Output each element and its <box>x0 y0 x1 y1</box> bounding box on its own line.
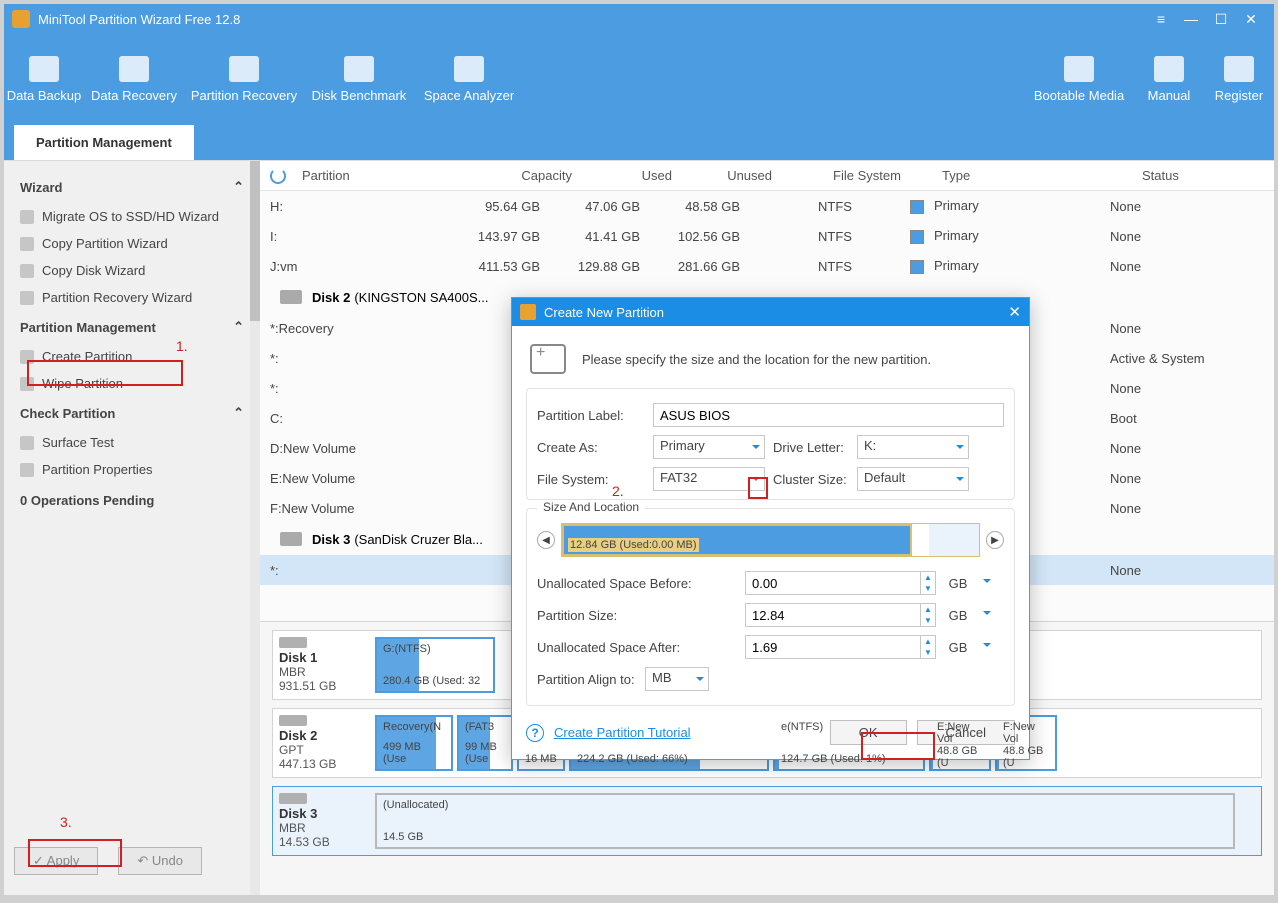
label-space-after: Unallocated Space After: <box>537 640 737 655</box>
annotation-3: 3. <box>60 814 72 830</box>
minimize-button[interactable]: — <box>1176 9 1206 29</box>
benchmark-icon <box>344 56 374 82</box>
sidebar-item-copy-partition[interactable]: Copy Partition Wizard <box>14 230 250 257</box>
unit-select[interactable] <box>980 608 994 622</box>
spin-up[interactable]: ▲ <box>921 604 935 615</box>
toolbar-data-recovery[interactable]: Data Recovery <box>84 40 184 118</box>
table-row[interactable]: I:143.97 GB41.41 GB102.56 GBNTFSPrimaryN… <box>260 221 1274 251</box>
create-as-select[interactable]: Primary <box>653 435 765 459</box>
label-align-to: Partition Align to: <box>537 672 637 687</box>
dialog-titlebar[interactable]: Create New Partition ✕ <box>512 298 1029 326</box>
sidebar-item-migrate-os[interactable]: Migrate OS to SSD/HD Wizard <box>14 203 250 230</box>
unit-select[interactable] <box>980 576 994 590</box>
toolbar-disk-benchmark[interactable]: Disk Benchmark <box>304 40 414 118</box>
maximize-button[interactable]: ☐ <box>1206 9 1236 29</box>
sidebar-item-partition-recovery[interactable]: Partition Recovery Wizard <box>14 284 250 311</box>
cluster-size-select[interactable]: Default <box>857 467 969 491</box>
main-toolbar: Data Backup Data Recovery Partition Reco… <box>4 34 1274 124</box>
sidebar-head-check-partition[interactable]: Check Partition⌃ <box>14 397 250 429</box>
partition-grid-header: Partition Capacity Used Unused File Syst… <box>260 161 1274 191</box>
new-partition-icon <box>530 344 566 374</box>
create-partition-dialog: Create New Partition ✕ Please specify th… <box>511 297 1030 760</box>
recovery-icon <box>119 56 149 82</box>
slider-right-button[interactable]: ▶ <box>986 531 1004 549</box>
dialog-close-button[interactable]: ✕ <box>1008 303 1021 321</box>
sidebar-item-surface-test[interactable]: Surface Test <box>14 429 250 456</box>
partition-label-input[interactable] <box>653 403 1004 427</box>
backup-icon <box>29 56 59 82</box>
label-partition-label: Partition Label: <box>537 408 645 423</box>
sidebar-head-partition-mgmt[interactable]: Partition Management⌃ <box>14 311 250 343</box>
app-logo-icon <box>12 10 30 28</box>
label-create-as: Create As: <box>537 440 645 455</box>
partition-recovery-icon <box>229 56 259 82</box>
operations-pending: 0 Operations Pending <box>14 483 250 518</box>
close-button[interactable]: ✕ <box>1236 9 1266 29</box>
partition-size-input[interactable] <box>745 603 921 627</box>
dialog-logo-icon <box>520 304 536 320</box>
sidebar-item-partition-properties[interactable]: Partition Properties <box>14 456 250 483</box>
toolbar-register[interactable]: Register <box>1204 40 1274 118</box>
size-slider[interactable]: 12.84 GB (Used:0.00 MB) <box>561 523 980 557</box>
help-icon[interactable]: ? <box>526 724 544 742</box>
annotation-2: 2. <box>612 483 624 499</box>
label-partition-size: Partition Size: <box>537 608 737 623</box>
apply-button[interactable]: ✓ Apply <box>14 847 98 875</box>
toolbar-space-analyzer[interactable]: Space Analyzer <box>414 40 524 118</box>
titlebar: MiniTool Partition Wizard Free 12.8 ≡ — … <box>4 4 1274 34</box>
chevron-up-icon: ⌃ <box>233 179 244 195</box>
menu-icon[interactable]: ≡ <box>1146 9 1176 29</box>
sidebar-scrollbar[interactable] <box>250 161 260 895</box>
annotation-1: 1. <box>176 338 188 354</box>
usb-icon <box>1064 56 1094 82</box>
tab-partition-management[interactable]: Partition Management <box>14 125 194 160</box>
slider-label: 12.84 GB (Used:0.00 MB) <box>568 538 699 552</box>
file-system-select[interactable]: FAT32 <box>653 467 765 491</box>
table-row[interactable]: J:vm411.53 GB129.88 GB281.66 GBNTFSPrima… <box>260 251 1274 281</box>
analyzer-icon <box>454 56 484 82</box>
unit-select[interactable] <box>980 640 994 654</box>
sidebar: Wizard⌃ Migrate OS to SSD/HD Wizard Copy… <box>4 161 260 895</box>
sidebar-item-copy-disk[interactable]: Copy Disk Wizard <box>14 257 250 284</box>
toolbar-bootable-media[interactable]: Bootable Media <box>1024 40 1134 118</box>
chevron-up-icon: ⌃ <box>233 319 244 335</box>
spin-down[interactable]: ▼ <box>921 647 935 658</box>
label-file-system: File System: <box>537 472 645 487</box>
drive-letter-select[interactable]: K: <box>857 435 969 459</box>
space-after-input[interactable] <box>745 635 921 659</box>
sidebar-item-create-partition[interactable]: Create Partition <box>14 343 250 370</box>
label-drive-letter: Drive Letter: <box>773 440 849 455</box>
app-title: MiniTool Partition Wizard Free 12.8 <box>38 12 240 27</box>
sidebar-item-wipe-partition[interactable]: Wipe Partition <box>14 370 250 397</box>
space-before-input[interactable] <box>745 571 921 595</box>
spin-down[interactable]: ▼ <box>921 615 935 626</box>
disk-map-row[interactable]: Disk 3MBR14.53 GB(Unallocated)14.5 GB <box>272 786 1262 856</box>
register-icon <box>1224 56 1254 82</box>
toolbar-manual[interactable]: Manual <box>1134 40 1204 118</box>
refresh-icon[interactable] <box>270 168 286 184</box>
dialog-title: Create New Partition <box>544 305 664 320</box>
toolbar-partition-recovery[interactable]: Partition Recovery <box>184 40 304 118</box>
label-space-before: Unallocated Space Before: <box>537 576 737 591</box>
spin-down[interactable]: ▼ <box>921 583 935 594</box>
spin-up[interactable]: ▲ <box>921 636 935 647</box>
slider-left-button[interactable]: ◀ <box>537 531 555 549</box>
label-cluster-size: Cluster Size: <box>773 472 849 487</box>
tutorial-link[interactable]: Create Partition Tutorial <box>554 725 691 740</box>
dialog-description: Please specify the size and the location… <box>582 352 931 367</box>
group-size-location: Size And Location <box>537 500 645 514</box>
table-row[interactable]: H:95.64 GB47.06 GB48.58 GBNTFSPrimaryNon… <box>260 191 1274 221</box>
align-select[interactable]: MB <box>645 667 709 691</box>
undo-button[interactable]: ↶ Undo <box>118 847 202 875</box>
chevron-up-icon: ⌃ <box>233 405 244 421</box>
toolbar-data-backup[interactable]: Data Backup <box>4 40 84 118</box>
sidebar-head-wizard[interactable]: Wizard⌃ <box>14 171 250 203</box>
spin-up[interactable]: ▲ <box>921 572 935 583</box>
manual-icon <box>1154 56 1184 82</box>
